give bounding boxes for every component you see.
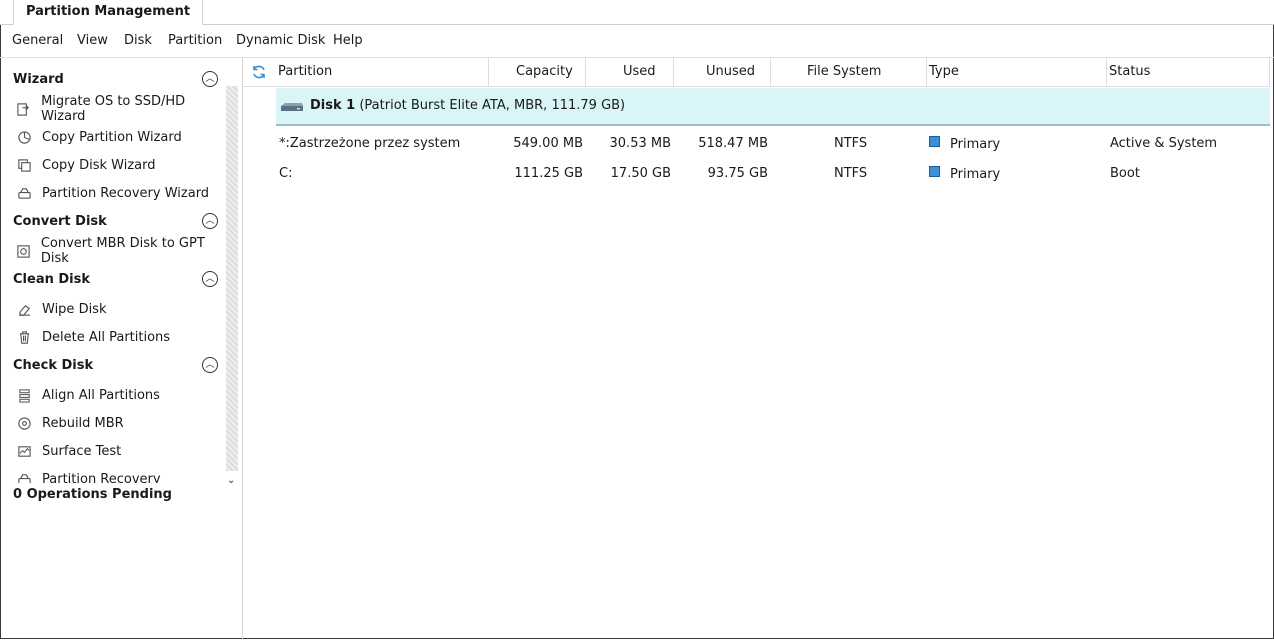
column-divider[interactable]: [1106, 58, 1107, 86]
sidebar-item-label: Delete All Partitions: [42, 329, 171, 345]
column-divider[interactable]: [926, 58, 927, 86]
cell-type-label: Primary: [950, 137, 1001, 152]
copy-partition-icon: [15, 128, 33, 146]
sidebar-item-migrate-os[interactable]: Migrate OS to SSD/HD Wizard: [15, 94, 224, 124]
table-header: Partition Capacity Used Unused File Syst…: [243, 58, 1270, 87]
cell-status: Active & System: [1110, 136, 1218, 151]
section-clean-disk-title: Clean Disk: [13, 272, 90, 287]
sidebar-scroll-area[interactable]: Wizard ︿ Migrate OS to SSD/HD Wizard Cop…: [0, 58, 224, 483]
action-sidebar: Wizard ︿ Migrate OS to SSD/HD Wizard Cop…: [0, 58, 243, 640]
sidebar-scrollbar[interactable]: ⌄: [224, 66, 241, 486]
copy-disk-icon: [15, 156, 33, 174]
cell-partition: *:Zastrzeżone przez system: [279, 136, 461, 151]
col-partition[interactable]: Partition: [278, 58, 332, 86]
collapse-wizard-icon[interactable]: ︿: [202, 71, 218, 87]
tab-partition-management[interactable]: Partition Management: [13, 0, 203, 25]
sidebar-item-copy-partition[interactable]: Copy Partition Wizard: [15, 127, 182, 147]
rebuild-disc-icon: [15, 414, 33, 432]
cell-unused: 93.75 GB: [707, 166, 768, 181]
sidebar-item-convert-mbr-gpt[interactable]: Convert MBR Disk to GPT Disk: [15, 236, 224, 266]
sidebar-item-partition-recovery[interactable]: Partition Recovery: [15, 469, 161, 483]
col-status[interactable]: Status: [1109, 58, 1150, 86]
cell-unused: 518.47 MB: [698, 136, 768, 151]
col-file-system[interactable]: File System: [807, 58, 881, 86]
menu-disk[interactable]: Disk: [124, 33, 152, 48]
convert-icon: [15, 242, 32, 260]
cell-used: 17.50 GB: [610, 166, 671, 181]
sidebar-item-copy-disk[interactable]: Copy Disk Wizard: [15, 155, 156, 175]
cell-type-label: Primary: [950, 167, 1001, 182]
column-divider[interactable]: [770, 58, 771, 86]
collapse-check-disk-icon[interactable]: ︿: [202, 357, 218, 373]
partition-recovery-icon: [15, 184, 33, 202]
primary-swatch: [929, 166, 940, 177]
cell-capacity: 549.00 MB: [513, 136, 583, 151]
column-divider[interactable]: [673, 58, 674, 86]
sidebar-item-label: Copy Partition Wizard: [42, 129, 182, 145]
refresh-icon[interactable]: [251, 64, 267, 80]
table-row[interactable]: C: 111.25 GB 17.50 GB 93.75 GB NTFS Prim…: [243, 160, 1270, 188]
sidebar-item-label: Copy Disk Wizard: [42, 157, 156, 173]
align-icon: [15, 386, 33, 404]
menu-partition[interactable]: Partition: [168, 33, 222, 48]
disk-label: Disk 1 (Patriot Burst Elite ATA, MBR, 11…: [310, 98, 625, 113]
sidebar-item-rebuild-mbr[interactable]: Rebuild MBR: [15, 413, 124, 433]
sidebar-item-label: Convert MBR Disk to GPT Disk: [40, 236, 205, 266]
sidebar-item-partition-recovery-wizard[interactable]: Partition Recovery Wizard: [15, 183, 209, 203]
menu-general[interactable]: General: [12, 33, 63, 48]
cell-type: Primary: [929, 166, 1000, 182]
section-wizard-title: Wizard: [13, 72, 64, 87]
operations-pending[interactable]: 0 Operations Pending: [13, 487, 172, 502]
scrollbar-thumb[interactable]: [226, 86, 238, 471]
menu-help[interactable]: Help: [333, 33, 363, 48]
cell-partition: C:: [279, 166, 293, 181]
scroll-down-icon[interactable]: ⌄: [227, 476, 237, 486]
table-row[interactable]: *:Zastrzeżone przez system 549.00 MB 30.…: [243, 130, 1270, 158]
column-divider[interactable]: [1269, 58, 1270, 86]
partition-table: Partition Capacity Used Unused File Syst…: [243, 58, 1274, 640]
col-type[interactable]: Type: [929, 58, 959, 86]
primary-swatch: [929, 136, 940, 147]
sidebar-item-label: Wipe Disk: [42, 301, 107, 317]
tab-strip: Partition Management: [0, 0, 1274, 25]
cell-file-system: NTFS: [834, 166, 868, 181]
sidebar-item-label: Partition Recovery Wizard: [42, 185, 210, 201]
cell-status: Boot: [1110, 166, 1140, 181]
sidebar-item-surface-test[interactable]: Surface Test: [15, 441, 121, 461]
collapse-clean-disk-icon[interactable]: ︿: [202, 271, 218, 287]
cell-file-system: NTFS: [834, 136, 868, 151]
collapse-convert-disk-icon[interactable]: ︿: [202, 213, 218, 229]
sidebar-item-label: Rebuild MBR: [42, 415, 124, 431]
disk-row[interactable]: Disk 1 (Patriot Burst Elite ATA, MBR, 11…: [276, 88, 1270, 126]
cell-capacity: 111.25 GB: [514, 166, 583, 181]
sidebar-item-label: Surface Test: [42, 443, 122, 459]
menu-bar: General View Disk Partition Dynamic Disk…: [0, 25, 1274, 58]
migrate-icon: [15, 100, 32, 118]
cell-used: 30.53 MB: [609, 136, 671, 151]
hard-disk-icon: [281, 103, 303, 111]
column-divider[interactable]: [488, 58, 489, 86]
column-divider[interactable]: [585, 58, 586, 86]
col-used[interactable]: Used: [623, 58, 656, 86]
disk-name: Disk 1: [310, 98, 356, 113]
disk-details: (Patriot Burst Elite ATA, MBR, 111.79 GB…: [359, 98, 626, 113]
menu-dynamic-disk[interactable]: Dynamic Disk: [236, 33, 325, 48]
sidebar-item-label: Partition Recovery: [42, 471, 161, 484]
sidebar-item-label: Align All Partitions: [42, 387, 160, 403]
section-convert-disk-title: Convert Disk: [13, 214, 107, 229]
sidebar-item-wipe-disk[interactable]: Wipe Disk: [15, 299, 107, 319]
sidebar-item-label: Migrate OS to SSD/HD Wizard: [41, 94, 186, 124]
menu-view[interactable]: View: [77, 33, 108, 48]
section-check-disk-title: Check Disk: [13, 358, 94, 373]
sidebar-item-align-all-partitions[interactable]: Align All Partitions: [15, 385, 160, 405]
col-capacity[interactable]: Capacity: [516, 58, 573, 86]
sidebar-item-delete-all-partitions[interactable]: Delete All Partitions: [15, 327, 170, 347]
surface-test-icon: [15, 442, 33, 460]
col-unused[interactable]: Unused: [706, 58, 755, 86]
partition-recovery-icon: [15, 470, 33, 483]
eraser-icon: [15, 300, 33, 318]
trash-icon: [15, 328, 33, 346]
cell-type: Primary: [929, 136, 1000, 152]
